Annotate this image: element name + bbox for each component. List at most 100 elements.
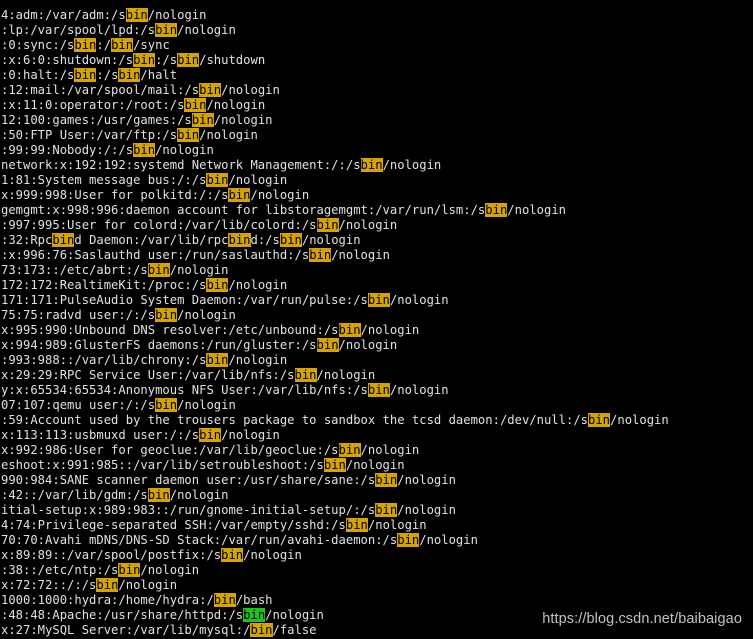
search-match-highlight: bin	[118, 563, 141, 577]
line-text: /nologin	[345, 458, 405, 472]
terminal-output: 4:adm:/var/adm:/sbin/nologin:lp:/var/spo…	[1, 8, 753, 638]
line-text: /nologin	[389, 293, 449, 307]
search-match-highlight: bin	[74, 68, 97, 82]
line-text: /nologin	[243, 548, 302, 562]
terminal-window[interactable]: 4:adm:/var/adm:/sbin/nologin:lp:/var/spo…	[0, 0, 753, 639]
search-match-highlight: bin	[206, 353, 229, 367]
search-match-highlight: bin	[323, 458, 346, 472]
line-text: /nologin	[316, 368, 376, 382]
line-text: /sync	[133, 38, 170, 52]
terminal-line: :59:Account used by the trousers package…	[1, 413, 753, 428]
line-text: /nologin	[155, 143, 214, 157]
line-text: 171:171:PulseAudio System Daemon:/var/ru…	[1, 293, 368, 307]
line-text: :0:sync:/s	[1, 38, 75, 52]
line-text: x:992:986:User for geoclue:/var/lib/geoc…	[1, 443, 339, 457]
line-text: /nologin	[169, 263, 229, 277]
search-match-highlight: bin	[588, 413, 611, 427]
search-match-highlight: bin	[155, 23, 178, 37]
line-text: /false	[272, 623, 317, 637]
terminal-line: x:72:72::/:/sbin/nologin	[1, 578, 753, 593]
search-match-highlight: bin	[316, 338, 339, 352]
terminal-line: 70:70:Avahi mDNS/DNS-SD Stack:/var/run/a…	[1, 533, 753, 548]
search-match-highlight: bin	[199, 83, 222, 97]
terminal-line: gemgmt:x:998:996:daemon account for libs…	[1, 203, 753, 218]
terminal-line: :993:988::/var/lib/chrony:/sbin/nologin	[1, 353, 753, 368]
line-text: d:/s	[250, 233, 280, 247]
line-text: 172:172:RealtimeKit:/proc:/s	[1, 278, 207, 292]
line-text: /nologin	[177, 308, 236, 322]
line-text: :48:48:Apache:/usr/share/httpd:/s	[1, 608, 244, 622]
terminal-line: eshoot:x:991:985::/var/lib/setroubleshoo…	[1, 458, 753, 473]
search-match-highlight: bin	[199, 428, 222, 442]
search-match-highlight: bin	[155, 398, 178, 412]
search-match-highlight: bin	[133, 53, 156, 67]
terminal-line: 1:81:System message bus:/:/sbin/nologin	[1, 173, 753, 188]
terminal-line: 73:173::/etc/abrt:/sbin/nologin	[1, 263, 753, 278]
terminal-line: network:x:192:192:systemd Network Manage…	[1, 158, 753, 173]
line-text: /nologin	[331, 248, 390, 262]
line-text: x:72:72::/:/s	[1, 578, 97, 592]
line-text: /nologin	[228, 353, 288, 367]
line-text: 70:70:Avahi mDNS/DNS-SD Stack:/var/run/a…	[1, 533, 398, 547]
search-match-highlight: bin	[125, 8, 148, 22]
terminal-line: 4:adm:/var/adm:/sbin/nologin	[1, 8, 753, 23]
line-text: /nologin	[382, 158, 442, 172]
search-match-highlight: bin	[155, 308, 178, 322]
search-match-highlight: bin	[213, 593, 236, 607]
terminal-line: itial-setup:x:989:983::/run/gnome-initia…	[1, 503, 753, 518]
search-match-highlight: bin	[294, 368, 317, 382]
line-text: :42::/var/lib/gdm:/s	[1, 488, 148, 502]
terminal-line: 171:171:PulseAudio System Daemon:/var/ru…	[1, 293, 753, 308]
search-match-highlight: bin	[250, 623, 273, 637]
line-text: /nologin	[338, 218, 398, 232]
terminal-line: :x:996:76:Saslauthd user:/run/saslauthd:…	[1, 248, 753, 263]
search-match-highlight: bin	[96, 578, 119, 592]
terminal-line: x:29:29:RPC Service User:/var/lib/nfs:/s…	[1, 368, 753, 383]
terminal-line: :38::/etc/ntp:/sbin/nologin	[1, 563, 753, 578]
search-match-highlight: bin	[485, 203, 508, 217]
search-match-highlight: bin	[147, 263, 170, 277]
line-text: /nologin	[610, 413, 669, 427]
terminal-line: 4:74:Privilege-separated SSH:/var/empty/…	[1, 518, 753, 533]
terminal-line: :0:sync:/sbin:/bin/sync	[1, 38, 753, 53]
line-text: eshoot:x:991:985::/var/lib/setroubleshoo…	[1, 458, 324, 472]
line-text: d Daemon:/var/lib/rpc	[74, 233, 229, 247]
line-text: :50:FTP User:/var/ftp:/s	[1, 128, 178, 142]
search-match-highlight: bin	[228, 188, 251, 202]
line-text: /nologin	[301, 233, 361, 247]
line-text: /nologin	[389, 383, 449, 397]
line-text: :/s	[155, 53, 178, 67]
line-text: /nologin	[360, 323, 420, 337]
line-text: x:999:998:User for polkitd:/:/s	[1, 188, 229, 202]
line-text: :993:988::/var/lib/chrony:/s	[1, 353, 207, 367]
terminal-line: :0:halt:/sbin:/sbin/halt	[1, 68, 753, 83]
search-match-highlight: bin	[133, 143, 156, 157]
line-text: y:x:65534:65534:Anonymous NFS User:/var/…	[1, 383, 368, 397]
search-match-highlight: bin	[397, 533, 420, 547]
line-text: /nologin	[338, 338, 398, 352]
terminal-line: :32:Rpcbind Daemon:/var/lib/rpcbind:/sbi…	[1, 233, 753, 248]
search-match-highlight: bin	[309, 248, 332, 262]
watermark-text: https://blog.csdn.net/baibaigao	[542, 611, 742, 627]
line-text: :997:995:User for colord:/var/lib/colord…	[1, 218, 317, 232]
search-match-highlight: bin	[177, 128, 200, 142]
line-text: x:29:29:RPC Service User:/var/lib/nfs:/s	[1, 368, 295, 382]
terminal-line: x:999:998:User for polkitd:/:/sbin/nolog…	[1, 188, 753, 203]
line-text: :38::/etc/ntp:/s	[1, 563, 119, 577]
line-text: 990:984:SANE scanner daemon user:/usr/sh…	[1, 473, 376, 487]
line-text: x:89:89::/var/spool/postfix:/s	[1, 548, 222, 562]
line-text: /nologin	[265, 608, 324, 622]
line-text: /bash	[235, 593, 273, 607]
line-text: gemgmt:x:998:996:daemon account for libs…	[1, 203, 486, 217]
line-text: :99:99:Nobody:/:/s	[1, 143, 134, 157]
line-text: network:x:192:192:systemd Network Manage…	[1, 158, 361, 172]
terminal-line: 75:75:radvd user:/:/sbin/nologin	[1, 308, 753, 323]
search-match-highlight: bin	[367, 383, 390, 397]
line-text: /nologin	[221, 428, 280, 442]
line-text: :/	[96, 38, 112, 52]
current-match-highlight: bin	[243, 608, 266, 622]
line-text: 07:107:qemu user:/:/s	[1, 398, 156, 412]
line-text: x:995:990:Unbound DNS resolver:/etc/unbo…	[1, 323, 339, 337]
search-match-highlight: bin	[338, 443, 361, 457]
line-text: :x:996:76:Saslauthd user:/run/saslauthd:…	[1, 248, 310, 262]
